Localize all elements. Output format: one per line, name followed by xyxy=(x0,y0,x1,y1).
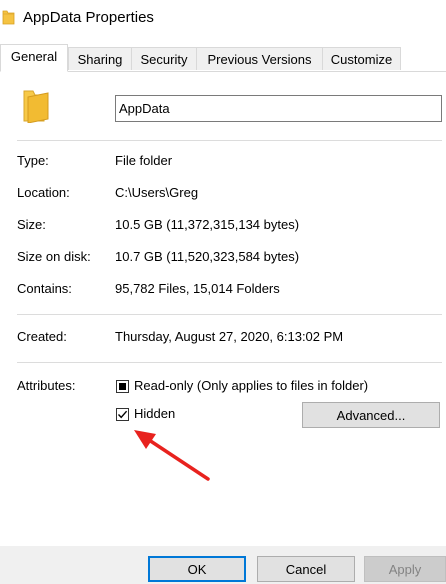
size-label: Size: xyxy=(17,217,46,232)
folder-icon xyxy=(2,10,15,25)
attributes-label: Attributes: xyxy=(17,378,76,393)
window-title: AppData Properties xyxy=(23,9,154,26)
check-icon xyxy=(117,410,128,419)
indeterminate-mark xyxy=(119,383,126,390)
contains-value: 95,782 Files, 15,014 Folders xyxy=(115,281,280,296)
separator xyxy=(17,314,442,315)
tab-general[interactable]: General xyxy=(0,44,68,72)
type-label: Type: xyxy=(17,153,49,168)
readonly-checkbox[interactable] xyxy=(116,380,129,393)
folder-name-input[interactable] xyxy=(115,95,442,122)
size-on-disk-value: 10.7 GB (11,520,323,584 bytes) xyxy=(115,249,300,264)
hidden-checkbox[interactable] xyxy=(116,408,129,421)
cancel-button[interactable]: Cancel xyxy=(257,556,355,582)
created-label: Created: xyxy=(17,329,67,344)
type-value: File folder xyxy=(115,153,173,168)
separator xyxy=(17,362,442,363)
tab-security[interactable]: Security xyxy=(131,47,197,70)
tab-content-panel xyxy=(0,71,446,546)
location-label: Location: xyxy=(17,185,70,200)
advanced-button[interactable]: Advanced... xyxy=(302,402,440,428)
ok-button[interactable]: OK xyxy=(148,556,246,582)
size-on-disk-label: Size on disk: xyxy=(17,249,91,264)
location-value: C:\Users\Greg xyxy=(115,185,199,200)
tab-customize[interactable]: Customize xyxy=(322,47,401,70)
size-value: 10.5 GB (11,372,315,134 bytes) xyxy=(115,217,300,232)
tab-strip: General Sharing Security Previous Versio… xyxy=(0,44,446,72)
created-value: Thursday, August 27, 2020, 6:13:02 PM xyxy=(115,329,344,344)
readonly-label[interactable]: Read-only (Only applies to files in fold… xyxy=(134,378,368,393)
title-bar: AppData Properties xyxy=(0,0,446,37)
hidden-label[interactable]: Hidden xyxy=(134,406,175,421)
apply-button[interactable]: Apply xyxy=(364,556,446,582)
separator xyxy=(17,140,442,141)
tab-previous-versions[interactable]: Previous Versions xyxy=(196,47,323,70)
contains-label: Contains: xyxy=(17,281,72,296)
tab-sharing[interactable]: Sharing xyxy=(68,47,132,70)
folder-icon xyxy=(23,90,49,123)
